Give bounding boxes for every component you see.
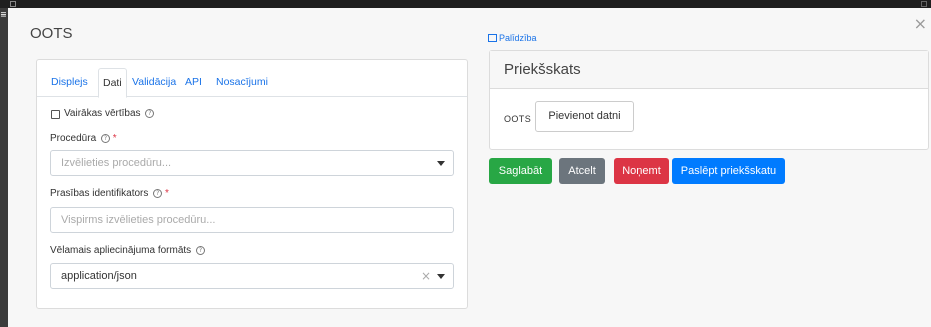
help-icon[interactable]: ? (153, 189, 163, 198)
modal-title: OOTS (30, 25, 73, 42)
preview-title: Priekšskats (490, 51, 928, 89)
requirement-id-label: Prasības identifikators (50, 188, 149, 199)
save-button[interactable]: Saglabāt (489, 158, 552, 184)
chevron-down-icon[interactable] (437, 274, 445, 279)
procedure-select[interactable]: Izvēlieties procedūru... (50, 150, 454, 176)
tab-bar: Displejs Dati Validācija API Nosacījumi (37, 60, 467, 98)
preview-panel: Priekšskats OOTS Pievienot datni (489, 50, 929, 150)
tab-conditions[interactable]: Nosacījumi (212, 68, 272, 97)
procedure-label-row: Procedūra ? * (50, 133, 117, 144)
chevron-down-icon[interactable] (437, 161, 445, 166)
procedure-label: Procedūra (50, 133, 97, 144)
requirement-id-label-row: Prasības identifikators ? * (50, 188, 169, 199)
format-value: application/json (61, 270, 137, 282)
format-select[interactable]: application/json × (50, 263, 454, 289)
format-label-row: Vēlamais apliecinājuma formāts ? (50, 245, 205, 256)
tab-api[interactable]: API (181, 68, 206, 97)
clear-icon[interactable]: × (421, 264, 431, 288)
component-settings-modal: × OOTS Displejs Dati Validācija API Nosa… (8, 8, 931, 327)
top-bar (0, 0, 931, 8)
settings-panel: Displejs Dati Validācija API Nosacījumi … (36, 59, 468, 309)
tab-display[interactable]: Displejs (47, 68, 92, 97)
procedure-placeholder: Izvēlieties procedūru... (61, 157, 172, 169)
strip-mark-icon: ≡ (0, 10, 7, 19)
help-link-label: Palīdzība (499, 33, 537, 43)
hide-preview-button[interactable]: Paslēpt priekšskatu (672, 158, 785, 184)
remove-button[interactable]: Noņemt (614, 158, 669, 184)
help-icon[interactable]: ? (100, 134, 110, 143)
multiple-values-row: Vairākas vērtības ? (64, 108, 155, 119)
requirement-id-placeholder: Vispirms izvēlieties procedūru... (61, 214, 216, 226)
requirement-id-input[interactable]: Vispirms izvēlieties procedūru... (50, 207, 454, 233)
left-strip: ≡ (0, 8, 8, 327)
preview-field-label: OOTS (504, 114, 532, 124)
help-icon[interactable]: ? (195, 246, 205, 255)
tab-validation[interactable]: Validācija (128, 68, 180, 97)
corner-icon (921, 1, 927, 7)
multiple-values-label: Vairākas vērtības (64, 108, 141, 119)
tab-data[interactable]: Dati (98, 68, 127, 98)
help-icon[interactable]: ? (145, 109, 155, 118)
window-icon (10, 1, 16, 7)
cancel-button[interactable]: Atcelt (559, 158, 605, 184)
required-mark: * (164, 188, 169, 199)
close-icon[interactable]: × (914, 16, 927, 32)
required-mark: * (112, 133, 117, 144)
multiple-values-checkbox[interactable] (51, 110, 60, 119)
add-file-button[interactable]: Pievienot datni (535, 101, 634, 132)
help-link[interactable]: Palīdzība (488, 33, 537, 43)
format-label: Vēlamais apliecinājuma formāts (50, 245, 192, 256)
help-book-icon (488, 34, 497, 42)
